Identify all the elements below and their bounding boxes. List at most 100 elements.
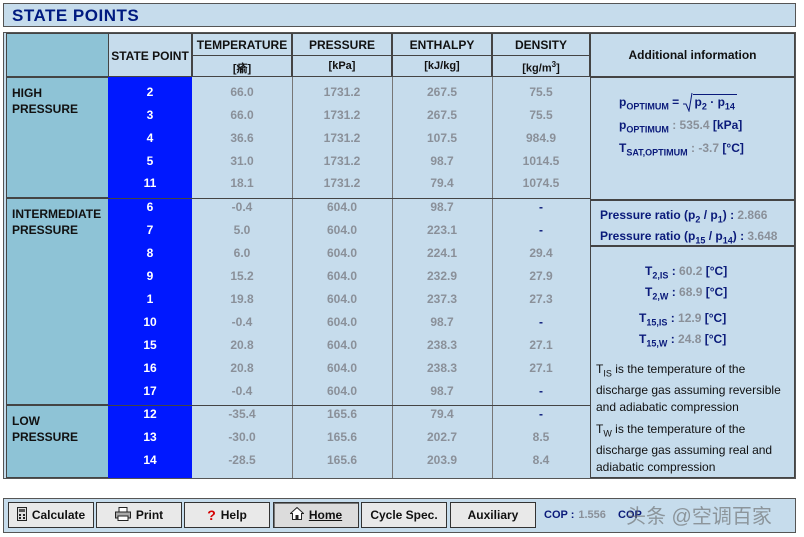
density-value: - <box>539 315 543 329</box>
auxiliary-button[interactable]: Auxiliary <box>450 502 536 528</box>
state-point-number: 15 <box>143 338 157 352</box>
group-high-pressure: HIGH PRESSURE <box>6 77 110 198</box>
group-label-high: HIGH PRESSURE <box>12 86 79 116</box>
density-value: - <box>539 200 543 214</box>
header-state-point: STATE POINT <box>108 33 192 77</box>
state-point-number: 13 <box>143 430 157 444</box>
pressure-value: 1731.2 <box>323 85 361 99</box>
state-point-number: 11 <box>143 176 157 190</box>
temperature-value: -35.4 <box>228 407 256 421</box>
enthalpy-value: 223.1 <box>426 223 458 237</box>
pressure-value: 1731.2 <box>323 154 361 168</box>
watermark: 头条 @空调百家 <box>626 506 772 528</box>
p-optimum-formula: pOPTIMUM = p2 · p14 <box>619 92 737 113</box>
cycle-spec-button[interactable]: Cycle Spec. <box>361 502 447 528</box>
density-value: 8.4 <box>532 453 550 467</box>
state-points-table: HIGH PRESSURE INTERMEDIATE PRESSURE LOW P… <box>3 32 796 479</box>
help-button[interactable]: ? Help <box>184 502 270 528</box>
state-point-number: 7 <box>146 223 154 237</box>
pressure-value: 165.6 <box>326 407 358 421</box>
state-point-number: 3 <box>146 108 154 122</box>
pressure-ratio-1-value: 2.866 <box>737 208 768 222</box>
density-value: - <box>539 407 543 421</box>
density-value: 75.5 <box>529 85 553 99</box>
note-real: TW is the temperature of the discharge g… <box>596 422 773 475</box>
enthalpy-value: 98.7 <box>430 154 454 168</box>
enthalpy-value: 224.1 <box>426 246 458 260</box>
pressure-value: 1731.2 <box>323 176 361 190</box>
temperature-value: 5.0 <box>233 223 251 237</box>
cop-display: COP :1.556 <box>544 509 606 521</box>
pressure-value: 604.0 <box>326 246 358 260</box>
temperature-value: -0.4 <box>231 315 253 329</box>
pressure-ratio-2: Pressure ratio (p15 / p14) : 3.648 <box>600 229 778 246</box>
sqrt-icon <box>682 92 693 113</box>
temperature-value: 18.1 <box>230 176 254 190</box>
enthalpy-value: 98.7 <box>430 384 454 398</box>
state-point-number: 6 <box>146 200 154 214</box>
header-density: DENSITY [kg/m3] <box>492 33 590 77</box>
t-sat-optimum-value: -3.7 <box>698 141 720 155</box>
enthalpy-value: 232.9 <box>426 269 458 283</box>
enthalpy-value: 98.7 <box>430 315 454 329</box>
group-intermediate-pressure: INTERMEDIATE PRESSURE <box>6 198 110 405</box>
state-point-number: 1 <box>146 292 154 306</box>
page-title: STATE POINTS <box>12 6 140 25</box>
temperature-value: 31.0 <box>230 154 254 168</box>
enthalpy-value: 98.7 <box>430 200 454 214</box>
temperature-value: -0.4 <box>231 384 253 398</box>
density-value: 8.5 <box>532 430 550 444</box>
density-value: 29.4 <box>529 246 553 260</box>
density-value: 27.3 <box>529 292 553 306</box>
state-point-number: 9 <box>146 269 154 283</box>
t2w-label: T2,W : 68.9 [°C] <box>645 285 728 302</box>
pressure-ratio-2-value: 3.648 <box>747 229 778 243</box>
pressure-value: 604.0 <box>326 200 358 214</box>
pressure-value: 604.0 <box>326 384 358 398</box>
enthalpy-value: 267.5 <box>426 85 458 99</box>
temperature-value: -30.0 <box>228 430 256 444</box>
pressure-value: 604.0 <box>326 338 358 352</box>
note-isentropic: TIS is the temperature of the discharge … <box>596 362 781 415</box>
enthalpy-value: 267.5 <box>426 108 458 122</box>
header-enthalpy: ENTHALPY [kJ/kg] <box>392 33 492 77</box>
temperature-value: 15.2 <box>230 269 254 283</box>
home-icon <box>289 506 305 523</box>
state-point-number: 2 <box>146 85 154 99</box>
density-value: 984.9 <box>525 131 557 145</box>
enthalpy-value: 79.4 <box>430 176 454 190</box>
state-point-number: 14 <box>143 453 157 467</box>
state-point-number: 10 <box>143 315 157 329</box>
pressure-value: 604.0 <box>326 315 358 329</box>
additional-info-header: Additional information <box>590 33 795 77</box>
p-optimum-value: 535.4 <box>679 118 710 132</box>
density-value: - <box>539 384 543 398</box>
print-button[interactable]: Print <box>96 502 182 528</box>
density-value: 27.1 <box>529 338 553 352</box>
t2is-label: T2,IS : 60.2 [°C] <box>645 264 728 281</box>
enthalpy-value: 202.7 <box>426 430 458 444</box>
density-value: 75.5 <box>529 108 553 122</box>
title-bar: STATE POINTS <box>3 3 796 27</box>
group-label-intermediate: INTERMEDIATE PRESSURE <box>12 207 102 237</box>
enthalpy-value: 238.3 <box>426 338 458 352</box>
t15is-label: T15,IS : 12.9 [°C] <box>639 311 727 328</box>
pressure-value: 604.0 <box>326 223 358 237</box>
density-value: 27.1 <box>529 361 553 375</box>
temperature-value: 36.6 <box>230 131 254 145</box>
enthalpy-value: 203.9 <box>426 453 458 467</box>
group-low-pressure: LOW PRESSURE <box>6 405 110 478</box>
calculate-button[interactable]: Calculate <box>8 502 94 528</box>
group-label-low: LOW PRESSURE <box>12 414 79 444</box>
pressure-value: 604.0 <box>326 292 358 306</box>
pressure-value: 604.0 <box>326 269 358 283</box>
density-value: - <box>539 223 543 237</box>
p-optimum-label: pOPTIMUM : 535.4 [kPa] <box>619 118 743 135</box>
temperature-value: 20.8 <box>230 338 254 352</box>
temperature-value: 66.0 <box>230 85 254 99</box>
pressure-value: 165.6 <box>326 453 358 467</box>
state-point-number: 5 <box>146 154 154 168</box>
temperature-value: 20.8 <box>230 361 254 375</box>
state-point-number: 17 <box>143 384 157 398</box>
home-button[interactable]: Home <box>273 502 359 528</box>
